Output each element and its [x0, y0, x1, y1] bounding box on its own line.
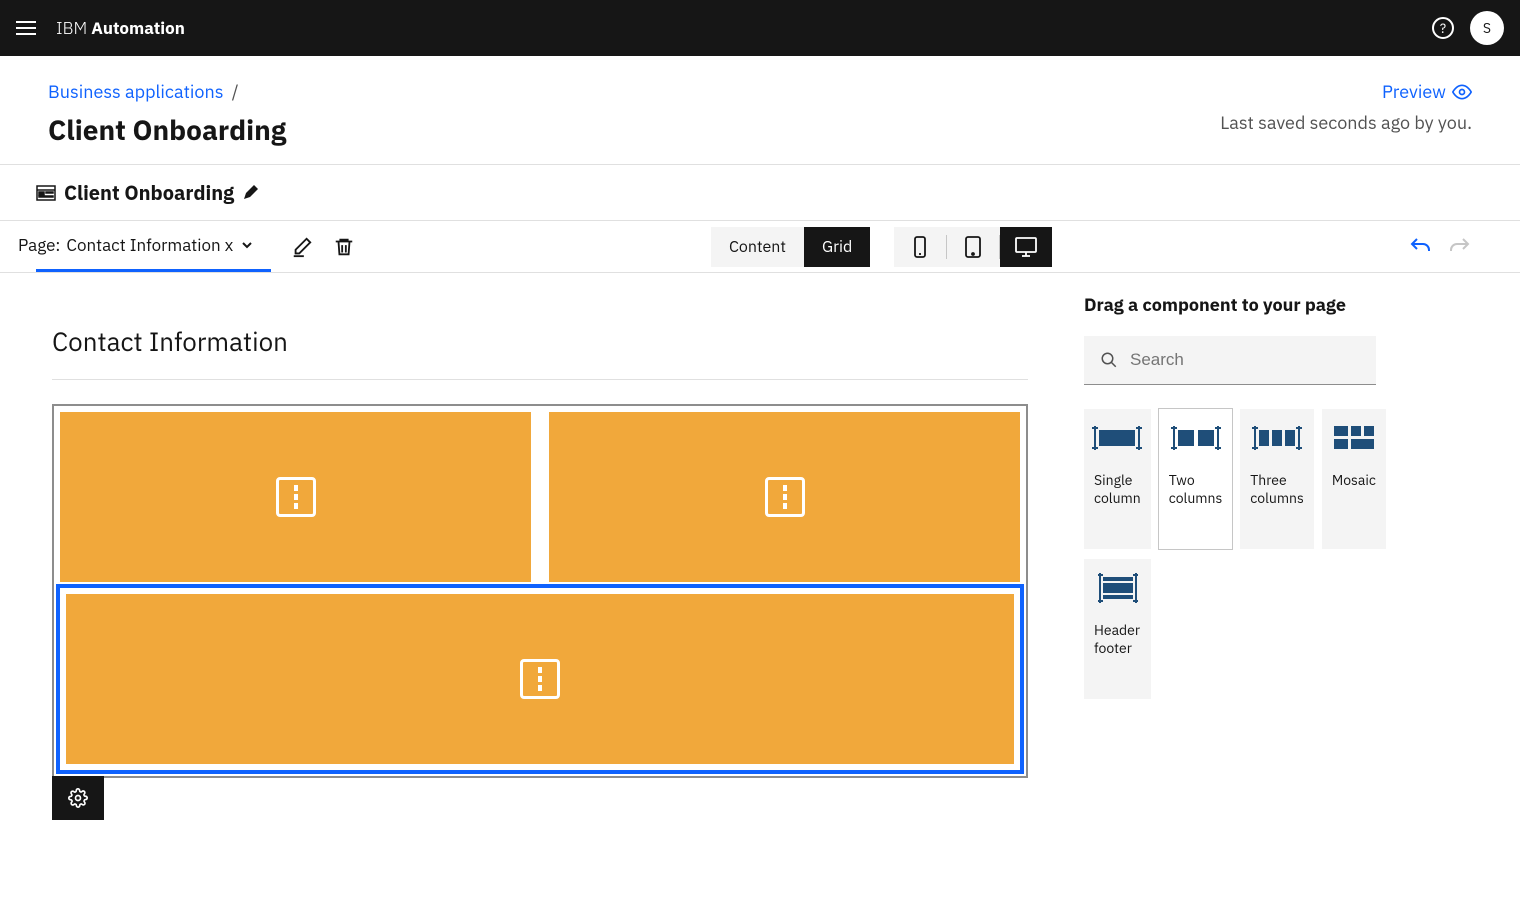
app-name-row: Client Onboarding	[0, 165, 1520, 221]
grid-cell[interactable]	[60, 412, 531, 582]
app-icon	[36, 183, 56, 203]
component-header-footer[interactable]: Header footer	[1084, 559, 1151, 699]
sub-header: Business applications / Client Onboardin…	[0, 56, 1520, 165]
canvas-title: Contact Information	[52, 325, 1028, 359]
search-box[interactable]	[1084, 336, 1376, 385]
drag-handle-icon[interactable]	[276, 477, 316, 517]
tablet-device-button[interactable]	[947, 227, 999, 267]
page-title: Client Onboarding	[48, 111, 286, 148]
undo-icon[interactable]	[1408, 235, 1432, 259]
drag-handle-icon[interactable]	[765, 477, 805, 517]
canvas: Contact Information	[20, 293, 1060, 853]
settings-button[interactable]	[52, 776, 104, 820]
edit-icon[interactable]	[242, 185, 258, 201]
menu-icon[interactable]	[16, 16, 40, 40]
main-content: Contact Information Drag a component to	[0, 273, 1520, 873]
chevron-down-icon	[239, 237, 255, 253]
panel-title: Drag a component to your page	[1084, 293, 1376, 316]
three-columns-icon	[1252, 421, 1302, 455]
two-columns-icon	[1171, 421, 1221, 455]
component-panel: Drag a component to your page Single col…	[1084, 293, 1424, 853]
toolbar: Page: Contact Information x Content Grid	[0, 221, 1520, 273]
component-single-column[interactable]: Single column	[1084, 409, 1151, 549]
search-icon	[1100, 351, 1118, 369]
breadcrumb: Business applications /	[48, 80, 286, 103]
component-two-columns[interactable]: Two columns	[1159, 409, 1233, 549]
grid-cell[interactable]	[66, 594, 1014, 764]
view-mode-toggle: Content Grid	[711, 227, 870, 267]
avatar[interactable]: S	[1470, 11, 1504, 45]
drag-handle-icon[interactable]	[520, 659, 560, 699]
grid-cell[interactable]	[549, 412, 1020, 582]
component-mosaic[interactable]: Mosaic	[1322, 409, 1386, 549]
grid-row-selected[interactable]	[56, 584, 1024, 774]
preview-button[interactable]: Preview	[1382, 80, 1472, 103]
breadcrumb-link[interactable]: Business applications	[48, 80, 223, 103]
mobile-device-button[interactable]	[894, 227, 946, 267]
brand-logo: IBM Automation	[56, 17, 185, 39]
top-header: IBM Automation ? S	[0, 0, 1520, 56]
mosaic-icon	[1334, 421, 1374, 455]
redo-icon[interactable]	[1448, 235, 1472, 259]
grid-container[interactable]	[52, 404, 1028, 778]
component-three-columns[interactable]: Three columns	[1240, 409, 1314, 549]
content-tab[interactable]: Content	[711, 227, 804, 267]
gear-icon	[68, 788, 88, 808]
delete-icon[interactable]	[333, 236, 355, 258]
app-name: Client Onboarding	[64, 179, 234, 206]
edit-page-icon[interactable]	[291, 236, 313, 258]
grid-tab[interactable]: Grid	[804, 227, 870, 267]
last-saved-text: Last saved seconds ago by you.	[1220, 111, 1472, 134]
grid-row[interactable]	[60, 412, 1020, 582]
search-input[interactable]	[1130, 350, 1360, 370]
header-footer-icon	[1098, 571, 1138, 605]
eye-icon	[1452, 82, 1472, 102]
help-icon[interactable]: ?	[1432, 17, 1454, 39]
desktop-device-button[interactable]	[1000, 227, 1052, 267]
device-preview-toggle	[894, 227, 1052, 267]
page-selector[interactable]: Page: Contact Information x	[36, 221, 271, 272]
single-column-icon	[1092, 421, 1142, 455]
